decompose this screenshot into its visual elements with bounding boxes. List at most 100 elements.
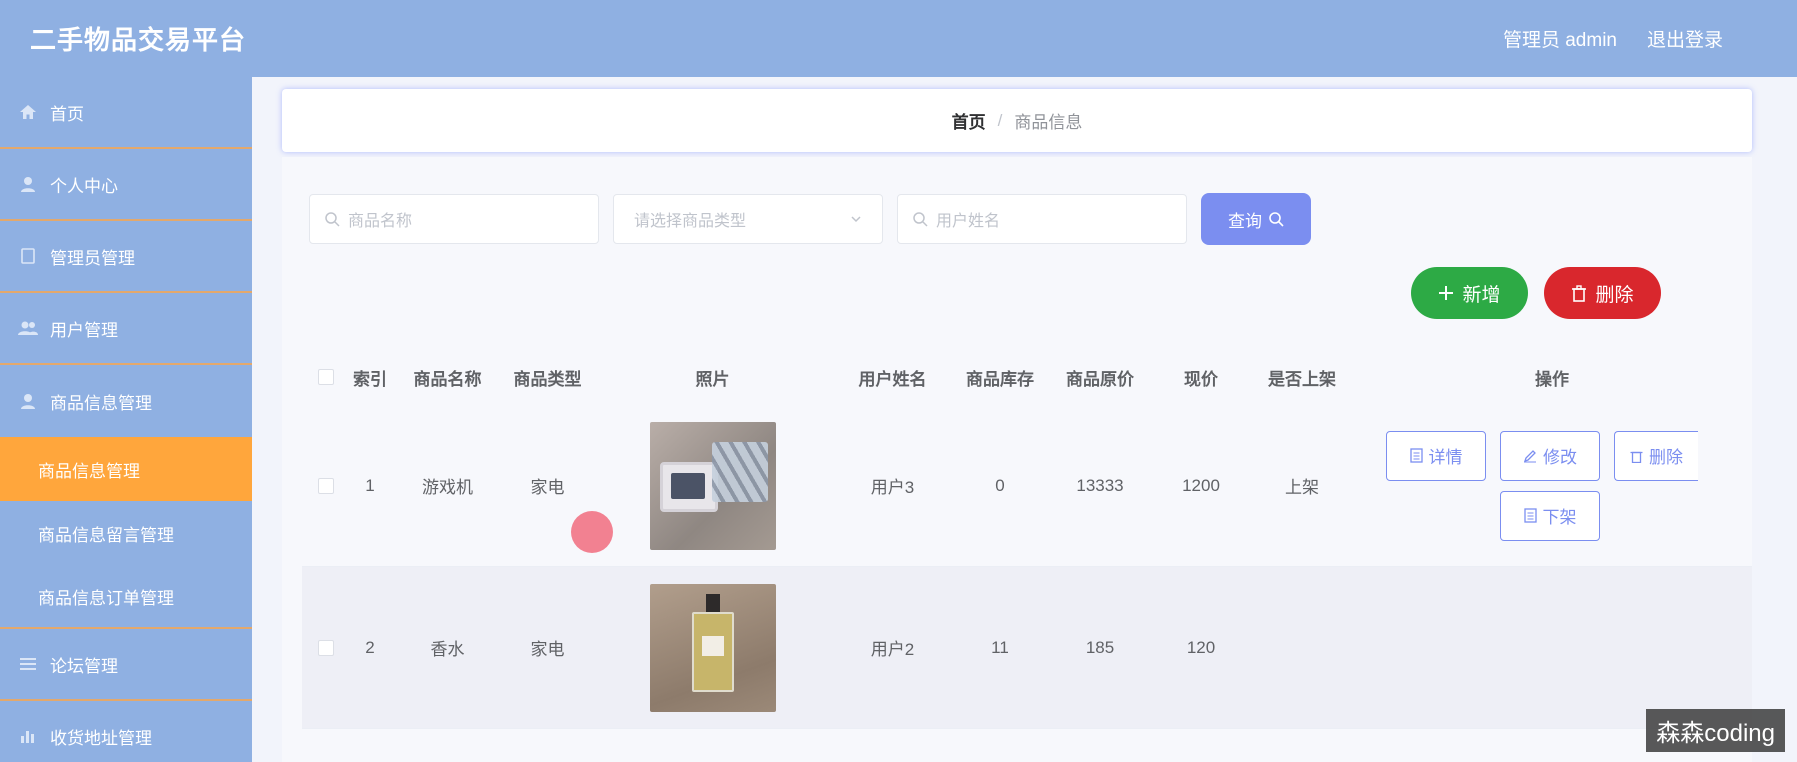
user-name-search-input[interactable]: 用户姓名 xyxy=(897,194,1187,244)
col-header-original-price: 商品原价 xyxy=(1066,369,1134,389)
cell-operations: 详情 修改 删除 下架 xyxy=(1352,430,1752,541)
trash-icon xyxy=(1572,284,1587,302)
sidebar-item-label: 论坛管理 xyxy=(50,656,118,676)
edit-button-label: 修改 xyxy=(1543,448,1577,467)
sidebar-item-label: 个人中心 xyxy=(50,176,118,196)
search-bar: 商品名称 请选择商品类型 用户姓名 查询 xyxy=(309,193,1311,245)
search-icon xyxy=(1269,212,1284,227)
cell-name: 香水 xyxy=(430,640,465,659)
sidebar-item-label: 用户管理 xyxy=(50,320,118,340)
sidebar: 首页 个人中心 管理员管理 用户管理 商品信息管理 商品信息管理 商品信息留言管… xyxy=(0,77,252,762)
goods-type-placeholder: 请选择商品类型 xyxy=(634,213,747,230)
select-all-checkbox[interactable] xyxy=(318,369,334,385)
row-checkbox[interactable] xyxy=(318,639,334,656)
sidebar-item-label: 首页 xyxy=(50,104,84,124)
user-icon xyxy=(18,391,38,411)
sidebar-item-label: 管理员管理 xyxy=(50,248,135,268)
sidebar-item-goods[interactable]: 商品信息管理 xyxy=(0,365,252,437)
edit-button[interactable]: 修改 xyxy=(1500,430,1600,481)
cell-stock: 11 xyxy=(991,637,1009,657)
search-icon xyxy=(913,212,928,227)
sidebar-item-label: 商品信息管理 xyxy=(50,393,152,413)
pencil-icon xyxy=(1523,449,1536,462)
document-icon xyxy=(18,246,38,266)
delete-button[interactable]: 删除 xyxy=(1614,430,1698,481)
chart-icon xyxy=(18,726,38,746)
cell-photo xyxy=(590,421,835,550)
cell-original-price: 13333 xyxy=(1076,475,1124,495)
sidebar-item-home[interactable]: 首页 xyxy=(0,77,252,149)
search-icon xyxy=(325,212,340,227)
trash-icon xyxy=(1630,451,1643,463)
document-icon xyxy=(1523,508,1537,523)
table-row: 2 香水 家电 用户2 11 185 120 xyxy=(302,567,1752,729)
logout-link[interactable]: 退出登录 xyxy=(1647,25,1723,52)
batch-delete-button[interactable]: 删除 xyxy=(1544,267,1661,319)
cell-index: 1 xyxy=(365,475,375,495)
col-header-on-shelf: 是否上架 xyxy=(1268,369,1336,389)
main-content: 首页 / 商品信息 商品名称 请选择商品类型 用户姓名 查询 新增 删除 索引 … xyxy=(252,77,1797,762)
sidebar-item-label: 收货地址管理 xyxy=(50,728,152,748)
sidebar-item-profile[interactable]: 个人中心 xyxy=(0,149,252,221)
header-user-area: 管理员 admin 退出登录 xyxy=(1503,25,1723,52)
cell-stock: 0 xyxy=(995,475,1005,495)
unshelf-button-label: 下架 xyxy=(1542,508,1577,527)
breadcrumb-separator: / xyxy=(997,110,1003,130)
chevron-down-icon xyxy=(851,216,861,223)
add-button[interactable]: 新增 xyxy=(1411,267,1528,319)
col-header-photo: 照片 xyxy=(695,369,730,389)
user-name-placeholder: 用户姓名 xyxy=(936,213,1001,230)
sidebar-item-address[interactable]: 收货地址管理 xyxy=(0,701,252,762)
goods-name-placeholder: 商品名称 xyxy=(348,213,413,230)
unshelf-button[interactable]: 下架 xyxy=(1500,490,1600,541)
sidebar-subitem-goods-order[interactable]: 商品信息订单管理 xyxy=(0,565,252,629)
col-header-type: 商品类型 xyxy=(513,369,582,389)
sidebar-subitem-label: 商品信息订单管理 xyxy=(38,588,174,608)
query-button-label: 查询 xyxy=(1228,211,1262,231)
col-header-name: 商品名称 xyxy=(413,369,482,389)
row-checkbox-cell xyxy=(302,477,350,494)
breadcrumb-home[interactable]: 首页 xyxy=(952,108,986,133)
detail-button[interactable]: 详情 xyxy=(1386,430,1486,481)
sidebar-subitem-goods-message[interactable]: 商品信息留言管理 xyxy=(0,501,252,565)
cell-on-shelf: 上架 xyxy=(1285,478,1319,497)
sidebar-subitem-goods-info[interactable]: 商品信息管理 xyxy=(0,437,252,501)
list-icon xyxy=(18,654,38,674)
top-header: 二手物品交易平台 管理员 admin 退出登录 xyxy=(0,0,1797,77)
product-photo[interactable] xyxy=(649,583,776,712)
cell-user: 用户2 xyxy=(870,640,915,659)
select-all-checkbox-cell xyxy=(302,369,350,385)
add-button-label: 新增 xyxy=(1462,284,1501,306)
sidebar-item-users[interactable]: 用户管理 xyxy=(0,293,252,365)
sidebar-subitem-label: 商品信息管理 xyxy=(38,461,140,481)
watermark: 森森coding xyxy=(1646,709,1785,752)
cell-name: 游戏机 xyxy=(422,478,473,497)
table-header: 索引 商品名称 商品类型 照片 用户姓名 商品库存 商品原价 现价 是否上架 操… xyxy=(302,349,1752,405)
table-row: 1 游戏机 家电 用户3 0 13333 1200 上架 详情 修改 删除 下架 xyxy=(302,405,1752,567)
sidebar-item-forum[interactable]: 论坛管理 xyxy=(0,629,252,701)
breadcrumb: 首页 / 商品信息 xyxy=(282,89,1752,152)
cell-price: 1200 xyxy=(1182,475,1220,495)
col-header-stock: 商品库存 xyxy=(966,369,1034,389)
sidebar-subitem-label: 商品信息留言管理 xyxy=(38,525,174,545)
cell-index: 2 xyxy=(365,637,375,657)
product-photo[interactable] xyxy=(649,421,776,550)
app-title: 二手物品交易平台 xyxy=(30,25,247,55)
users-icon xyxy=(18,318,38,338)
col-header-operations: 操作 xyxy=(1535,369,1569,389)
detail-button-label: 详情 xyxy=(1428,448,1463,467)
goods-name-search-input[interactable]: 商品名称 xyxy=(309,194,599,244)
row-checkbox[interactable] xyxy=(318,477,334,494)
cell-type: 家电 xyxy=(530,478,565,497)
batch-delete-label: 删除 xyxy=(1595,284,1634,306)
query-button[interactable]: 查询 xyxy=(1201,193,1311,245)
cell-photo xyxy=(590,583,835,712)
breadcrumb-current: 商品信息 xyxy=(1014,113,1083,132)
goods-type-select[interactable]: 请选择商品类型 xyxy=(613,194,883,244)
sidebar-item-admin[interactable]: 管理员管理 xyxy=(0,221,252,293)
cell-original-price: 185 xyxy=(1085,637,1115,657)
plus-icon xyxy=(1439,286,1454,300)
col-header-user: 用户姓名 xyxy=(858,369,927,389)
cell-user: 用户3 xyxy=(870,478,915,497)
home-icon xyxy=(18,102,38,122)
